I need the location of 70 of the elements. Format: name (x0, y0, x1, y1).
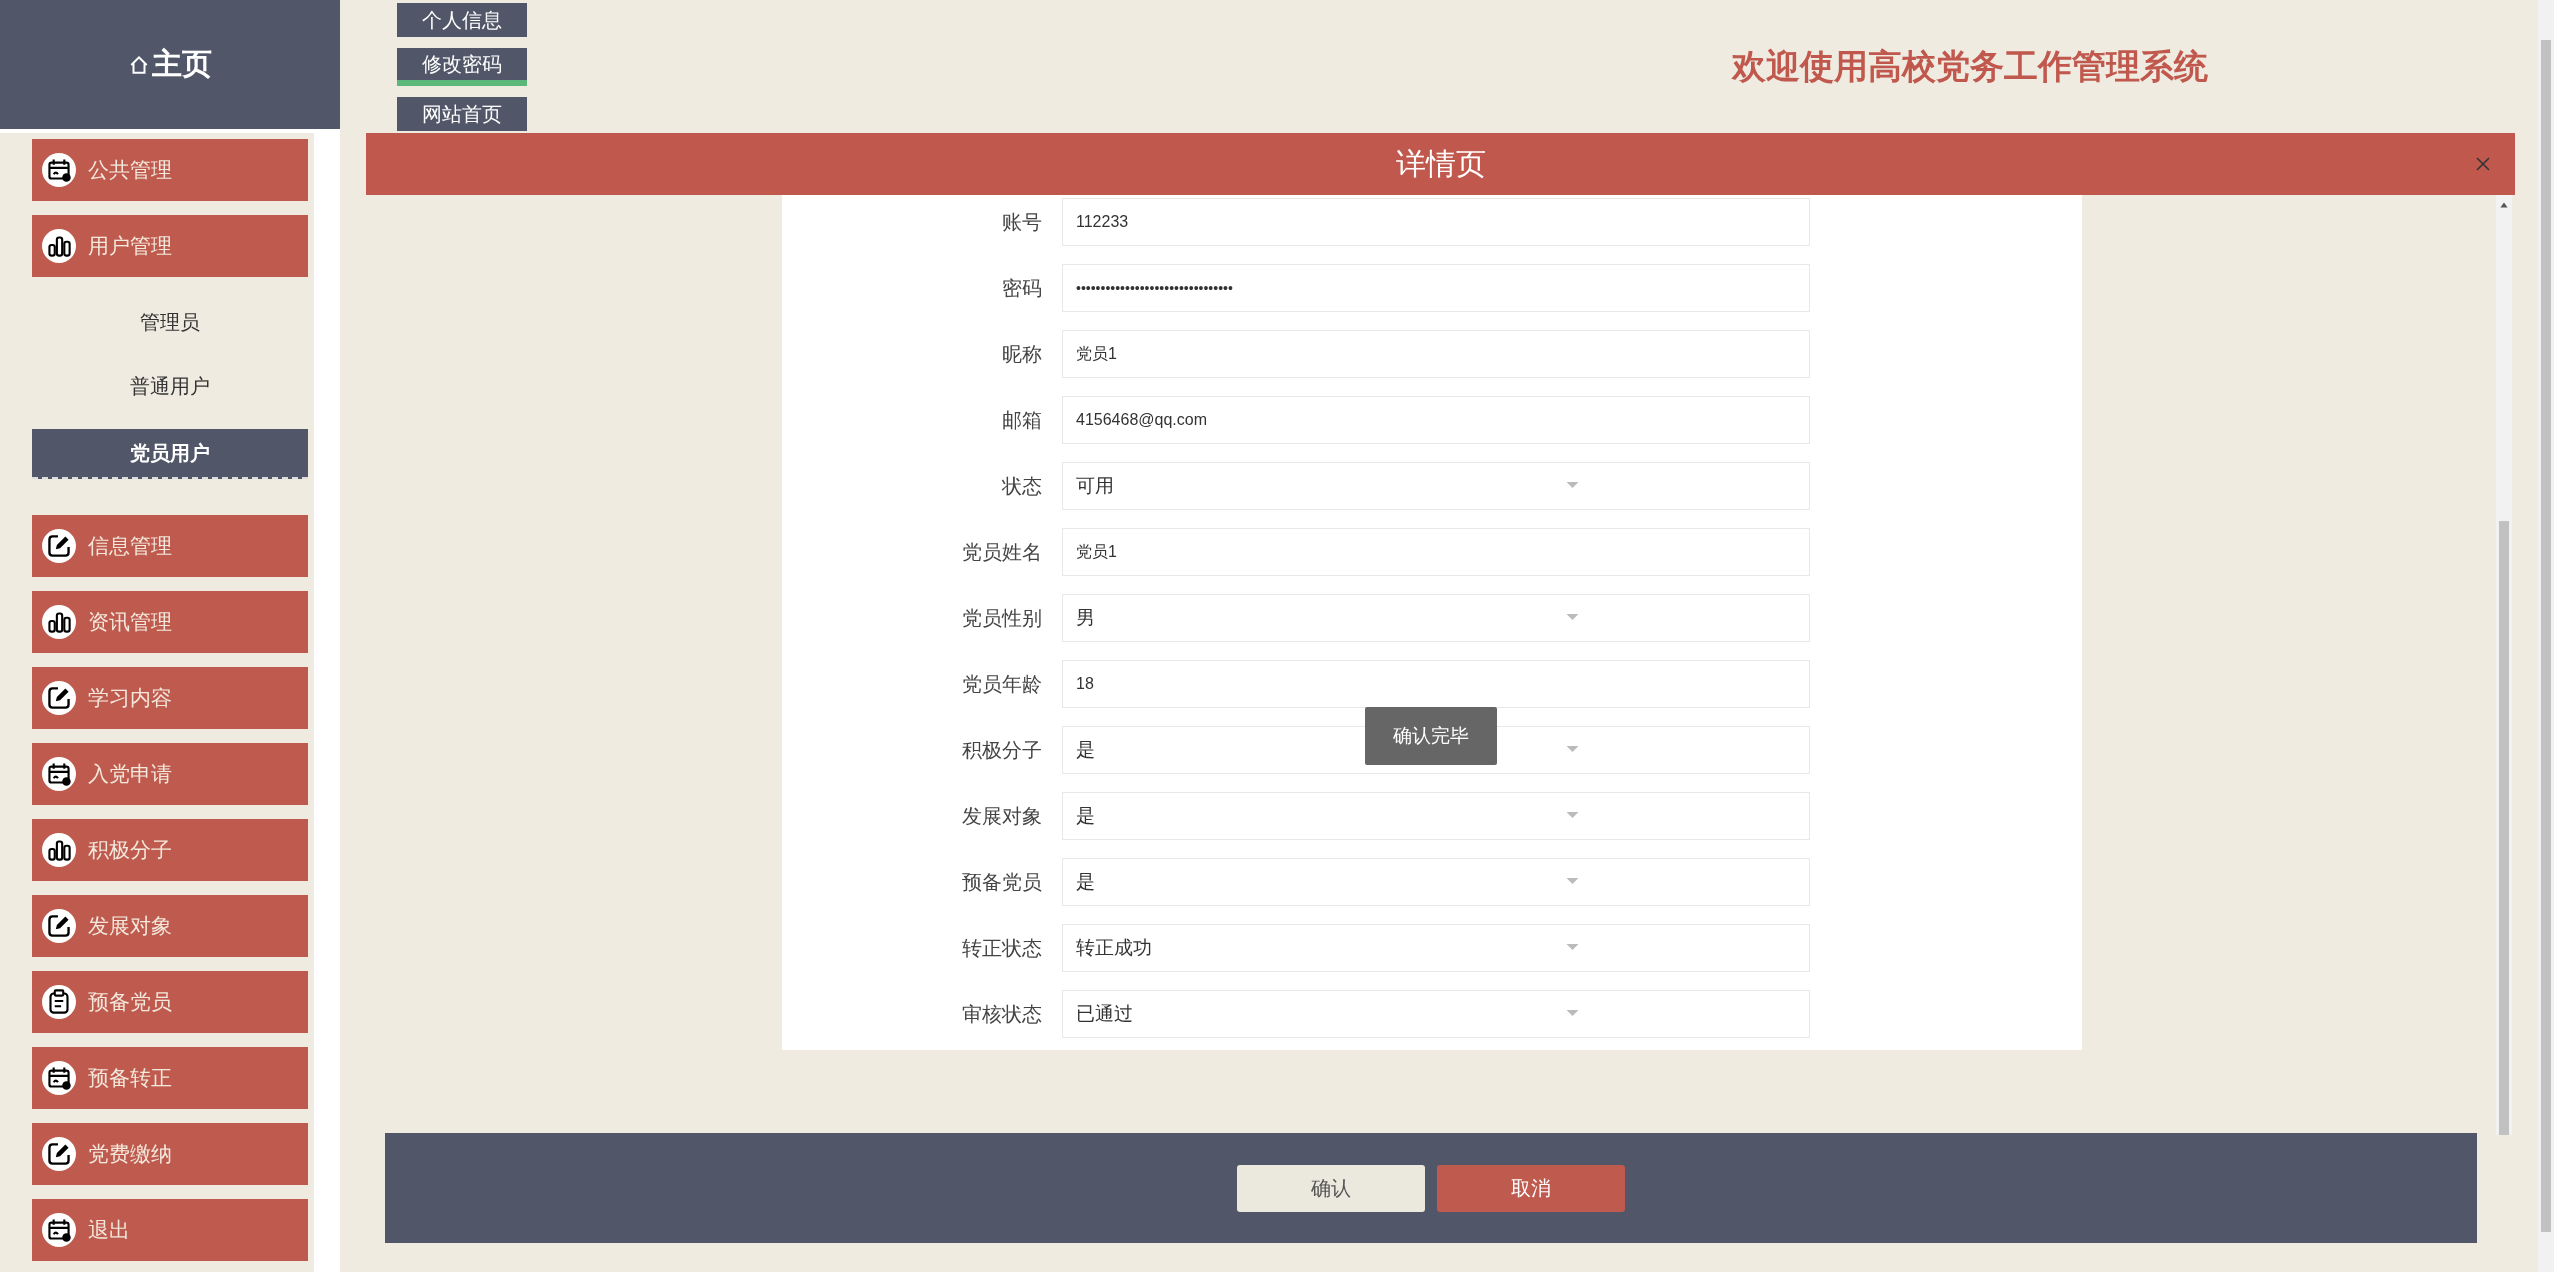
calendar-icon (42, 1061, 76, 1095)
edit-icon (42, 1137, 76, 1171)
input-field[interactable]: 112233 (1062, 198, 1810, 246)
select-field[interactable]: 可用 (1062, 462, 1810, 510)
field-label: 审核状态 (961, 1001, 1042, 1027)
menu-item[interactable]: 公共管理 (32, 139, 308, 201)
select-field[interactable]: 男 (1062, 594, 1810, 642)
menu-item[interactable]: 退出 (32, 1199, 308, 1261)
input-field[interactable]: 4156468@qq.com (1062, 396, 1810, 444)
caret-icon (1566, 944, 1579, 952)
cancel-button[interactable]: 取消 (1437, 1164, 1625, 1212)
caret-icon (1566, 812, 1579, 820)
caret-icon (1566, 482, 1579, 490)
select-field[interactable]: 是 (1062, 858, 1810, 906)
field-label: 转正状态 (961, 935, 1042, 961)
close-icon[interactable] (2475, 156, 2491, 172)
input-field[interactable]: 18 (1062, 660, 1810, 708)
field-label: 积极分子 (961, 737, 1042, 763)
menu-item[interactable]: 发展对象 (32, 895, 308, 957)
site-title: 欢迎使用高校党务工作管理系统 (1732, 45, 2208, 87)
bar-chart-icon (42, 833, 76, 867)
clipboard-icon (42, 985, 76, 1019)
menu-item[interactable]: 入党申请 (32, 743, 308, 805)
menu-item[interactable]: 预备转正 (32, 1047, 308, 1109)
select-field[interactable]: 已通过 (1062, 990, 1810, 1038)
field-label: 发展对象 (961, 803, 1042, 829)
menu-item[interactable]: 预备党员 (32, 971, 308, 1033)
field-label: 账号 (1001, 209, 1042, 235)
password-field[interactable]: •••••••••••••••••••••••••••••••• (1062, 264, 1810, 312)
field-label: 状态 (1001, 473, 1042, 499)
bar-chart-icon (42, 605, 76, 639)
scrollbar[interactable] (2496, 195, 2512, 1135)
calendar-icon (42, 1213, 76, 1247)
page-scrollbar[interactable] (2538, 0, 2554, 1272)
nav-button[interactable]: 个人信息 (397, 3, 527, 37)
menu-item[interactable]: 党费缴纳 (32, 1123, 308, 1185)
submenu-item[interactable]: 党员用户 (32, 429, 308, 479)
field-label: 党员性别 (961, 605, 1042, 631)
confirm-button[interactable]: 确认 (1237, 1164, 1425, 1212)
nav-button[interactable]: 修改密码 (397, 48, 527, 86)
field-label: 预备党员 (961, 869, 1042, 895)
submenu-item[interactable]: 管理员 (32, 301, 308, 343)
caret-icon (1566, 878, 1579, 886)
field-label: 邮箱 (1001, 407, 1042, 433)
menu-item[interactable]: 用户管理 (32, 215, 308, 277)
home-logo[interactable]: 主页 (0, 0, 340, 133)
select-field[interactable]: 是 (1062, 792, 1810, 840)
calendar-icon (42, 757, 76, 791)
menu-item[interactable]: 学习内容 (32, 667, 308, 729)
menu-item[interactable]: 信息管理 (32, 515, 308, 577)
calendar-icon (42, 153, 76, 187)
input-field[interactable]: 党员1 (1062, 528, 1810, 576)
field-label: 昵称 (1001, 341, 1042, 367)
caret-icon (1566, 614, 1579, 622)
edit-icon (42, 681, 76, 715)
caret-icon (1566, 1010, 1579, 1018)
menu-item[interactable]: 资讯管理 (32, 591, 308, 653)
edit-icon (42, 909, 76, 943)
field-label: 密码 (1001, 275, 1042, 301)
edit-icon (42, 529, 76, 563)
nav-button[interactable]: 网站首页 (397, 97, 527, 131)
select-field[interactable]: 转正成功 (1062, 924, 1810, 972)
tooltip: 确认完毕 (1365, 707, 1497, 765)
menu-item[interactable]: 积极分子 (32, 819, 308, 881)
input-field[interactable]: 党员1 (1062, 330, 1810, 378)
bar-chart-icon (42, 229, 76, 263)
field-label: 党员姓名 (961, 539, 1042, 565)
dialog-title: 详情页 (1395, 145, 1486, 182)
submenu-item[interactable]: 普通用户 (32, 365, 308, 407)
field-label: 党员年龄 (961, 671, 1042, 697)
